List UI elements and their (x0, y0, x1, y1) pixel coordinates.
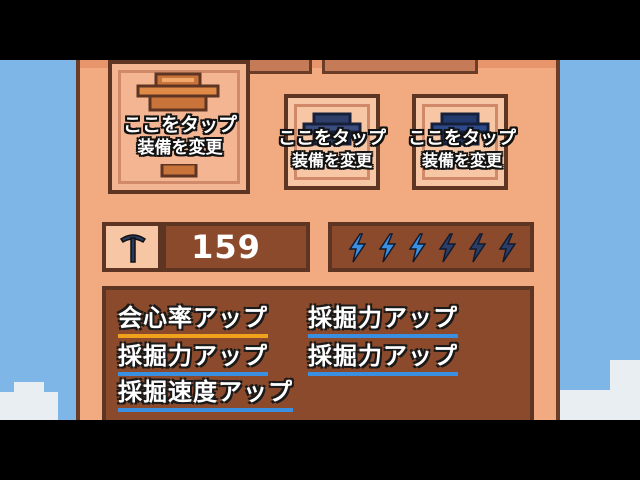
tap-text: ここをタップ (278, 128, 386, 149)
lightning-bolt-icon (468, 233, 487, 263)
tap-hint-3: ここをタップ 装備を変更 (392, 128, 532, 171)
skill-label: 採掘力アップ (308, 336, 458, 376)
skill-underline (308, 372, 458, 376)
skill-underline (118, 408, 293, 412)
skill-label: 会心率アップ (118, 298, 268, 338)
skill-label: 採掘力アップ (308, 298, 458, 338)
lightning-bolt-icon (438, 233, 457, 263)
mining-power-box: 159 (162, 222, 310, 272)
skill-text: 採掘力アップ (308, 342, 458, 370)
cloud (560, 390, 640, 420)
lightning-bolt-icon (498, 233, 517, 263)
skill-text: 会心率アップ (118, 304, 268, 332)
letterbox-bottom (0, 420, 640, 480)
skill-text: 採掘速度アップ (118, 378, 293, 406)
lightning-bolt-icon (378, 233, 397, 263)
mining-power-value: 159 (191, 228, 261, 266)
lightning-bolt-icon (408, 233, 427, 263)
skills-panel: 会心率アップ 採掘力アップ 採掘力アップ 採掘力アップ 採掘速度アップ (102, 286, 534, 420)
top-slot-edge (322, 60, 478, 74)
equip-change-text: 装備を変更 (291, 150, 372, 170)
equip-change-text: 装備を変更 (421, 150, 502, 170)
skill-label: 採掘速度アップ (118, 372, 293, 412)
letterbox-top (0, 0, 640, 60)
cloud (610, 360, 640, 394)
equip-change-text: 装備を変更 (137, 137, 223, 158)
energy-meter (328, 222, 534, 272)
pickaxe-icon (119, 234, 147, 263)
cloud (0, 392, 58, 420)
skill-label: 採掘力アップ (118, 336, 268, 376)
helmet-strap-icon (160, 164, 198, 178)
tap-hint-1: ここをタップ 装備を変更 (100, 114, 260, 159)
tap-text: ここをタップ (408, 128, 516, 149)
skill-text: 採掘力アップ (118, 342, 268, 370)
tap-hint-2: ここをタップ 装備を変更 (262, 128, 402, 171)
lightning-bolt-icon (348, 233, 367, 263)
top-slot-edge (246, 60, 312, 74)
pickaxe-badge (102, 222, 162, 272)
cloud (14, 382, 44, 396)
skill-text: 採掘力アップ (308, 304, 458, 332)
tap-text: ここをタップ (122, 114, 237, 136)
